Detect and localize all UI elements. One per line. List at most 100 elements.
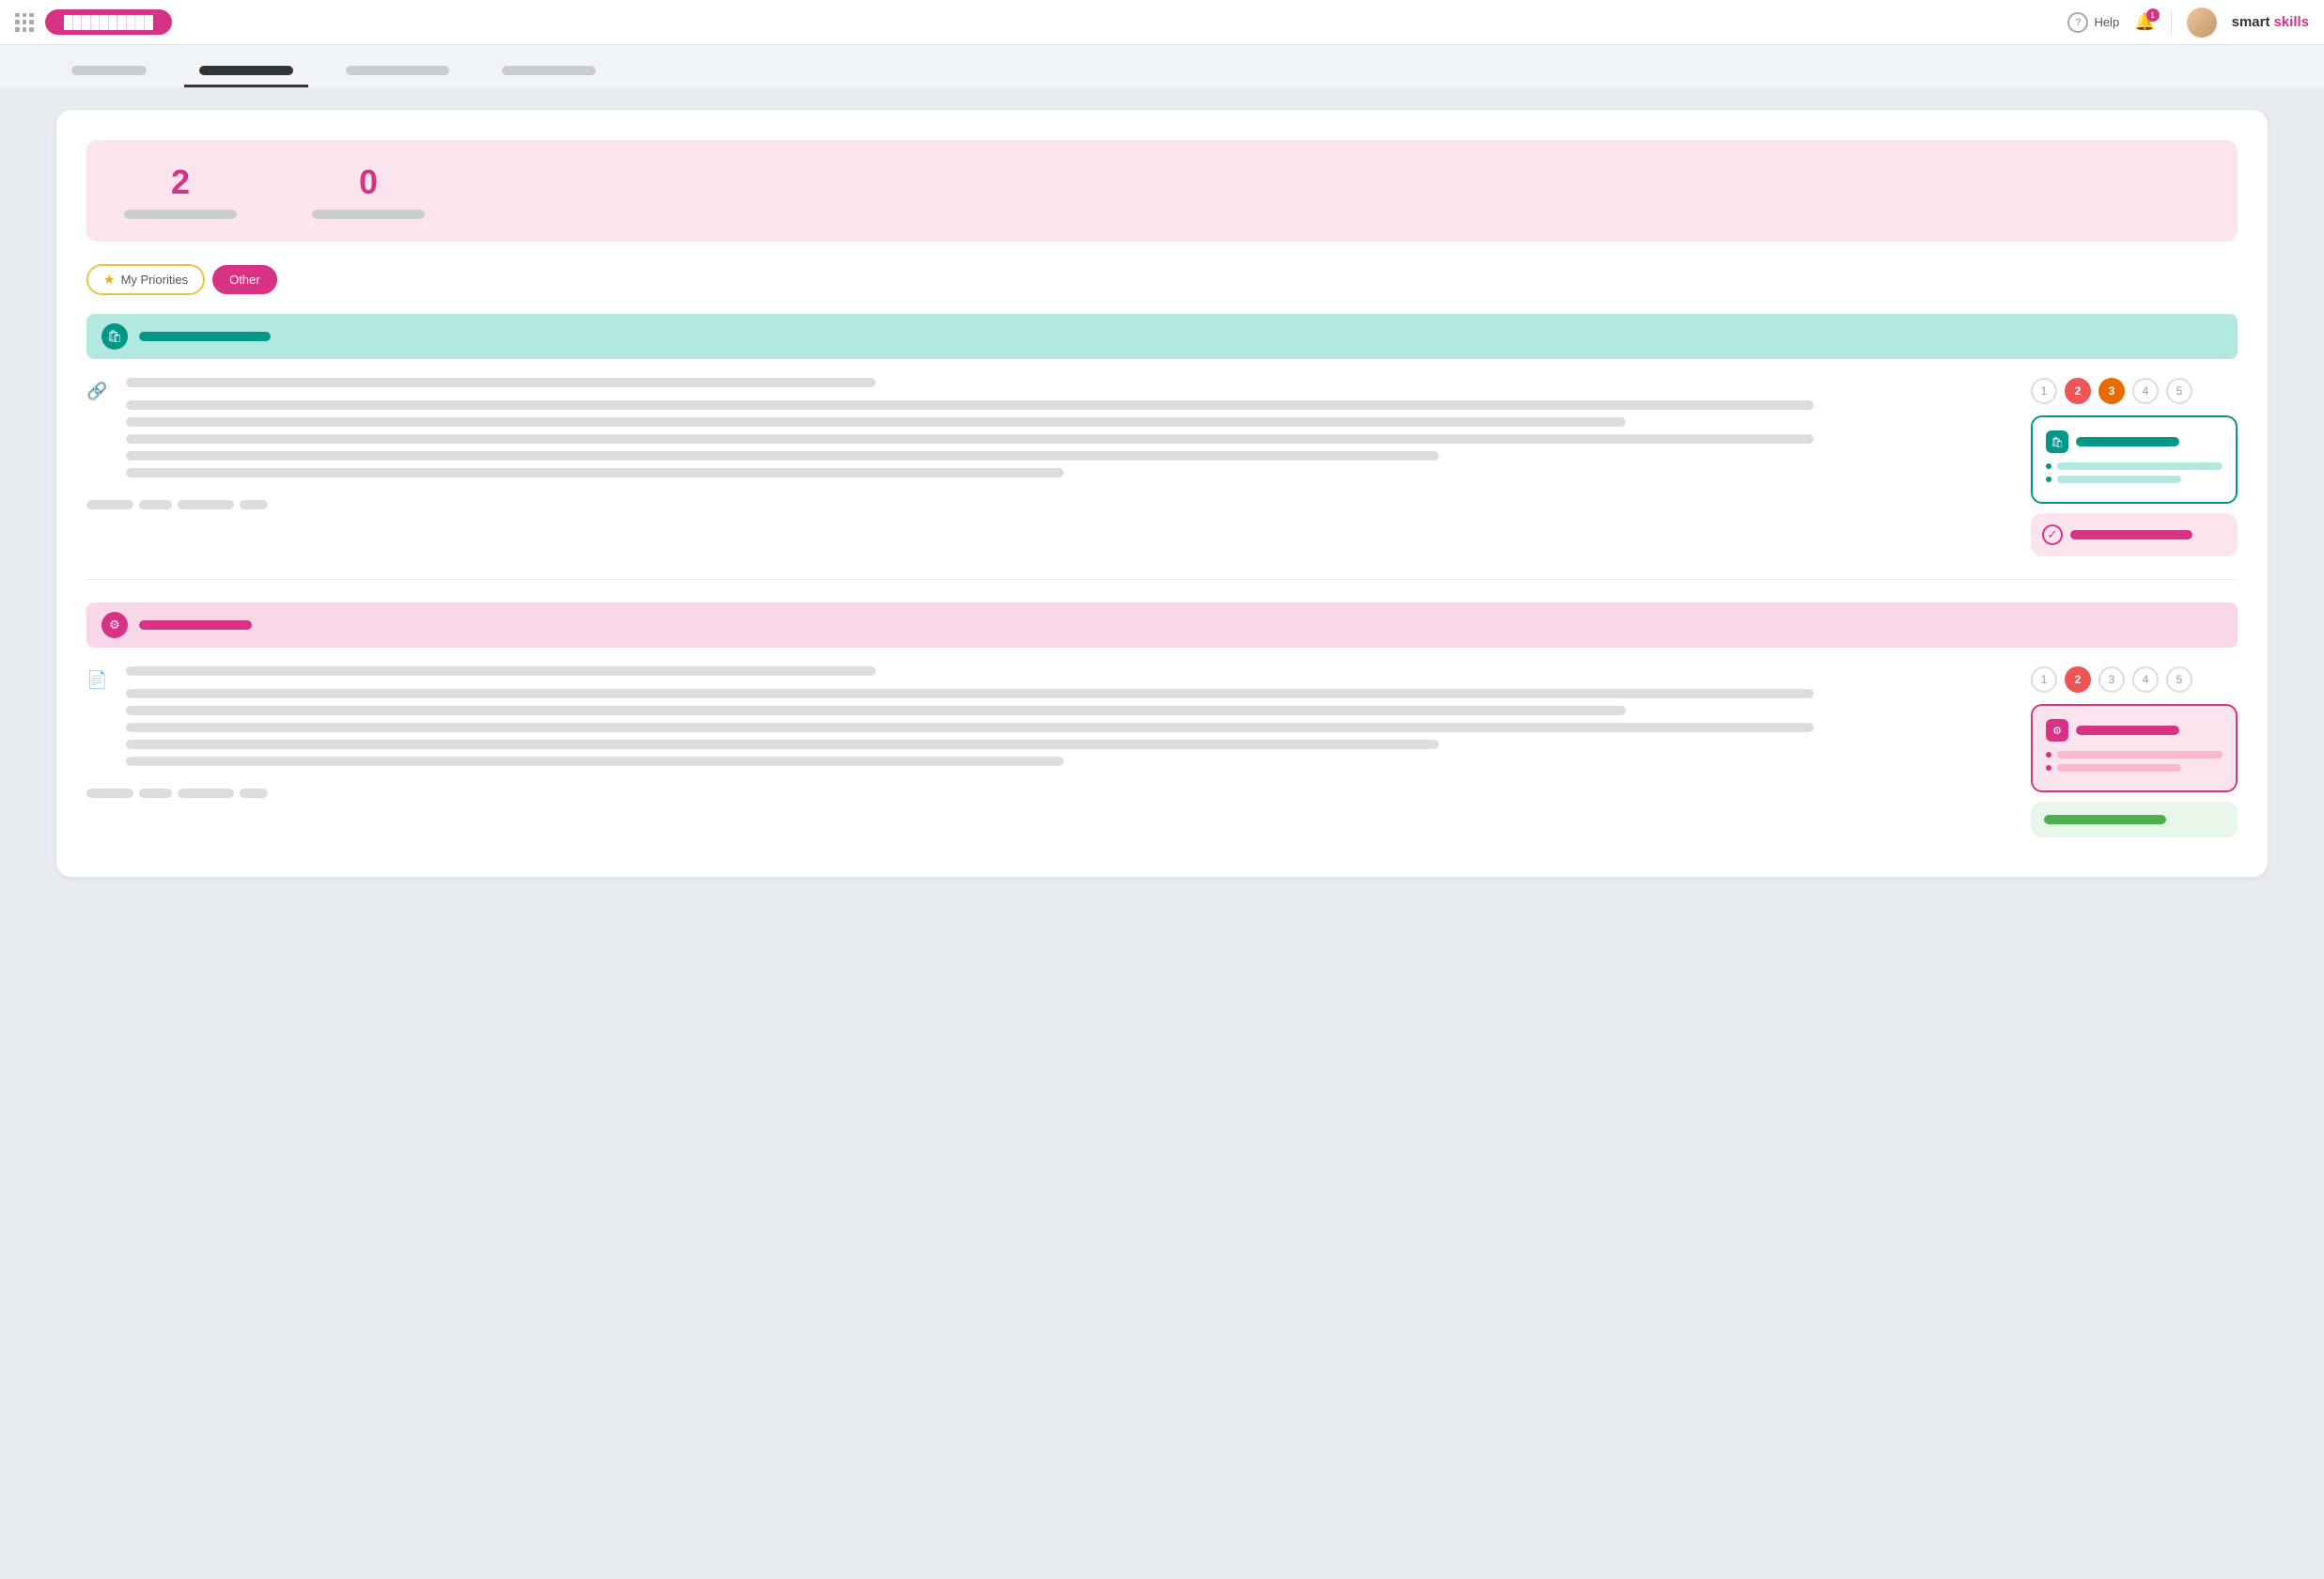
- tag-2-4: [240, 789, 268, 798]
- star-icon: ★: [103, 272, 116, 288]
- main-card: 2 0 ★ My Priorities Other 🛍: [56, 110, 2268, 877]
- tab-bar: [0, 45, 2324, 87]
- tab-1[interactable]: [56, 56, 162, 87]
- green-check-row: [2044, 815, 2224, 824]
- bullet-bar-2: [2057, 476, 2181, 483]
- tag-2-1: [86, 789, 133, 798]
- right-card-pink-1: ⚙: [2031, 704, 2238, 792]
- section-divider: [86, 579, 2238, 580]
- content-title-bar-2: [126, 666, 876, 676]
- right-card-check: ✓: [2031, 513, 2238, 556]
- right-card-pink-title: [2076, 726, 2179, 735]
- right-card-teal-1: 🛍: [2031, 415, 2238, 504]
- avatar-image: [2187, 8, 2217, 38]
- top-navigation: ██████████ ? Help 🔔 1 smartskills: [0, 0, 2324, 45]
- content-bar-4: [126, 451, 1438, 461]
- content-body-2: [126, 666, 2001, 774]
- content-bar-2: [126, 417, 1626, 427]
- stat-number-1: 2: [171, 163, 190, 202]
- notification-badge: 1: [2146, 8, 2160, 22]
- content-body-1: [126, 378, 2001, 485]
- bullet-1: [2046, 463, 2051, 469]
- tab-4[interactable]: [487, 56, 611, 87]
- right-card-pink-header: ⚙: [2046, 719, 2223, 742]
- bullet-bar-pink-2: [2057, 764, 2181, 772]
- page-1-4[interactable]: 4: [2132, 378, 2159, 404]
- content-bar-2-1: [126, 689, 1813, 698]
- section-1-content: 🔗: [86, 378, 2238, 556]
- bullet-row-pink-1: [2046, 751, 2223, 758]
- section-2-label: [139, 620, 252, 630]
- stats-row: 2 0: [86, 140, 2238, 242]
- page-2-1[interactable]: 1: [2031, 666, 2057, 693]
- right-card-teal-icon: 🛍: [2046, 430, 2068, 453]
- content-row-1: 🔗: [86, 378, 2001, 485]
- content-bar-2-5: [126, 757, 1063, 766]
- stat-label-1: [124, 210, 237, 219]
- section-1-label: [139, 332, 271, 341]
- page-1-1[interactable]: 1: [2031, 378, 2057, 404]
- brand-logo: smartskills: [2232, 14, 2309, 30]
- page-2-2[interactable]: 2: [2065, 666, 2091, 693]
- tag-row-2: [86, 789, 2001, 798]
- bullet-row-2: [2046, 476, 2223, 483]
- section-2-content: 📄: [86, 666, 2238, 847]
- section-1-icon: 🛍: [101, 323, 128, 350]
- content-bar-2-3: [126, 723, 1813, 732]
- section-2-icon: ⚙: [101, 612, 128, 638]
- bullet-pink-1: [2046, 752, 2051, 758]
- avatar[interactable]: [2187, 8, 2217, 38]
- stat-label-2: [312, 210, 425, 219]
- notification-icon[interactable]: 🔔 1: [2134, 12, 2155, 32]
- right-card-teal-header: 🛍: [2046, 430, 2223, 453]
- page-1-5[interactable]: 5: [2166, 378, 2192, 404]
- nav-pill-button[interactable]: ██████████: [45, 9, 172, 35]
- my-priorities-filter[interactable]: ★ My Priorities: [86, 264, 205, 295]
- page-1-3[interactable]: 3: [2098, 378, 2125, 404]
- section-2-header: ⚙: [86, 602, 2238, 648]
- tab-2[interactable]: [184, 56, 308, 87]
- link-icon: 🔗: [86, 382, 107, 400]
- right-card-teal-title: [2076, 437, 2179, 446]
- bullet-pink-2: [2046, 765, 2051, 771]
- tab-3[interactable]: [331, 56, 464, 87]
- tag-1: [86, 500, 133, 509]
- other-filter[interactable]: Other: [212, 265, 277, 294]
- bullet-bar-pink-1: [2057, 751, 2223, 758]
- nav-right: ? Help 🔔 1 smartskills: [2067, 8, 2309, 38]
- other-label: Other: [229, 273, 260, 287]
- nav-divider: [2171, 11, 2172, 34]
- my-priorities-label: My Priorities: [121, 273, 189, 287]
- bullet-2: [2046, 477, 2051, 482]
- tag-2-2: [139, 789, 172, 798]
- right-card-green-1: [2031, 802, 2238, 837]
- document-icon: 📄: [86, 670, 107, 689]
- page-2-5[interactable]: 5: [2166, 666, 2192, 693]
- content-bar-2-2: [126, 706, 1626, 715]
- filter-tabs: ★ My Priorities Other: [86, 264, 2238, 295]
- help-label: Help: [2094, 15, 2119, 29]
- stat-number-2: 0: [359, 163, 378, 202]
- content-icon-col-1: 🔗: [86, 378, 107, 401]
- bullet-bar-1: [2057, 462, 2223, 470]
- grid-icon[interactable]: [15, 13, 34, 32]
- tag-2-3: [178, 789, 234, 798]
- pagination-2: 1 2 3 4 5: [2031, 666, 2238, 693]
- content-left-2: 📄: [86, 666, 2001, 847]
- pagination-1: 1 2 3 4 5: [2031, 378, 2238, 404]
- page-1-2[interactable]: 2: [2065, 378, 2091, 404]
- check-row: ✓: [2042, 524, 2226, 545]
- page-2-3[interactable]: 3: [2098, 666, 2125, 693]
- tag-2: [139, 500, 172, 509]
- help-button[interactable]: ? Help: [2067, 12, 2119, 33]
- green-bar: [2044, 815, 2166, 824]
- content-right-2: 1 2 3 4 5 ⚙: [2031, 666, 2238, 847]
- stat-item-2: 0: [312, 163, 425, 219]
- tag-3: [178, 500, 234, 509]
- bullet-row-pink-2: [2046, 764, 2223, 772]
- tag-4: [240, 500, 268, 509]
- tag-row-1: [86, 500, 2001, 509]
- page-2-4[interactable]: 4: [2132, 666, 2159, 693]
- content-bar-2-4: [126, 740, 1438, 749]
- content-title-bar: [126, 378, 876, 387]
